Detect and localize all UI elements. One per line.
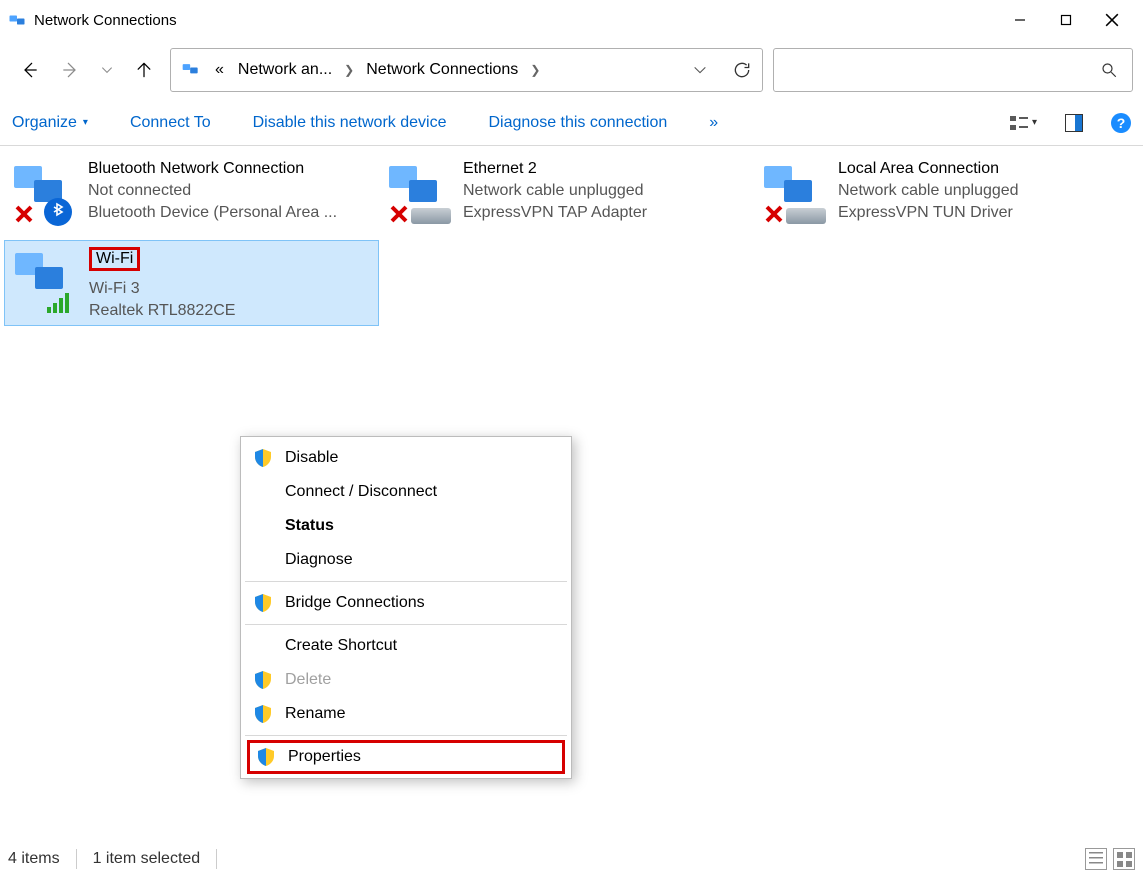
connection-icon [383, 160, 455, 232]
connection-ethernet2[interactable]: Ethernet 2 Network cable unplugged Expre… [379, 154, 754, 240]
breadcrumb-prefix: « [211, 61, 228, 79]
views-button[interactable]: ▾ [1010, 115, 1037, 131]
wifi-signal-icon [47, 291, 75, 313]
ctx-delete: Delete [243, 663, 569, 697]
ctx-diagnose[interactable]: Diagnose [243, 543, 569, 577]
divider [76, 849, 77, 869]
shield-icon [253, 670, 273, 690]
status-count: 4 items [8, 850, 60, 868]
connection-name: Local Area Connection [838, 160, 1019, 178]
maximize-button[interactable] [1043, 4, 1089, 36]
connection-wifi[interactable]: Wi-Fi Wi-Fi 3 Realtek RTL8822CE [4, 240, 379, 326]
navigation-arrows [10, 60, 160, 80]
connection-device: ExpressVPN TUN Driver [838, 204, 1019, 222]
ctx-disable[interactable]: Disable [243, 441, 569, 475]
connect-to-button[interactable]: Connect To [130, 114, 211, 132]
connection-icon [758, 160, 830, 232]
connection-status: Network cable unplugged [463, 182, 647, 200]
ctx-properties[interactable]: Properties [247, 740, 565, 774]
nic-icon [786, 208, 826, 224]
location-folder-icon [181, 60, 201, 80]
up-button[interactable] [134, 60, 154, 80]
minimize-button[interactable] [997, 4, 1043, 36]
separator [245, 735, 567, 736]
separator [245, 624, 567, 625]
error-icon [389, 204, 409, 224]
connection-name: Wi-Fi [89, 247, 140, 271]
connection-name: Bluetooth Network Connection [88, 160, 337, 178]
help-button[interactable]: ? [1111, 113, 1131, 133]
disable-device-button[interactable]: Disable this network device [253, 114, 447, 132]
preview-pane-button[interactable] [1065, 114, 1083, 132]
nic-icon [411, 208, 451, 224]
shield-icon [253, 448, 273, 468]
search-icon [1100, 60, 1118, 80]
network-icon [8, 11, 26, 29]
overflow-button[interactable]: » [709, 114, 718, 132]
recent-dropdown-button[interactable] [100, 60, 114, 80]
navigation-row: « Network an... ❯ Network Connections ❯ [0, 40, 1143, 100]
ctx-status[interactable]: Status [243, 509, 569, 543]
chevron-right-icon[interactable]: ❯ [342, 63, 356, 77]
error-icon [764, 204, 784, 224]
shield-icon [256, 747, 276, 767]
address-bar[interactable]: « Network an... ❯ Network Connections ❯ [170, 48, 763, 92]
chevron-right-icon[interactable]: ❯ [528, 63, 542, 77]
history-dropdown-icon[interactable] [692, 60, 708, 80]
divider [216, 849, 217, 869]
forward-button[interactable] [60, 60, 80, 80]
connection-icon [9, 247, 81, 319]
context-menu: Disable Connect / Disconnect Status Diag… [240, 436, 572, 779]
refresh-icon[interactable] [732, 60, 752, 80]
close-button[interactable] [1089, 4, 1135, 36]
ctx-bridge[interactable]: Bridge Connections [243, 586, 569, 620]
command-toolbar: Organize▾ Connect To Disable this networ… [0, 100, 1143, 146]
connection-status: Wi-Fi 3 [89, 280, 235, 298]
back-button[interactable] [20, 60, 40, 80]
connection-device: Realtek RTL8822CE [89, 302, 235, 320]
connection-status: Not connected [88, 182, 337, 200]
separator [245, 581, 567, 582]
connections-area: Bluetooth Network Connection Not connect… [0, 146, 1143, 836]
error-icon [14, 204, 34, 224]
large-icons-view-button[interactable] [1113, 848, 1135, 870]
status-bar: 4 items 1 item selected [0, 841, 1143, 877]
window-title: Network Connections [34, 12, 177, 29]
connection-icon [8, 160, 80, 232]
ctx-rename[interactable]: Rename [243, 697, 569, 731]
status-selected: 1 item selected [93, 850, 201, 868]
connection-device: Bluetooth Device (Personal Area ... [88, 204, 337, 222]
organize-button[interactable]: Organize▾ [12, 114, 88, 132]
titlebar: Network Connections [0, 0, 1143, 40]
ctx-connect-disconnect[interactable]: Connect / Disconnect [243, 475, 569, 509]
connection-device: ExpressVPN TAP Adapter [463, 204, 647, 222]
connection-lan[interactable]: Local Area Connection Network cable unpl… [754, 154, 1129, 240]
connection-name: Ethernet 2 [463, 160, 647, 178]
diagnose-button[interactable]: Diagnose this connection [488, 114, 667, 132]
connection-status: Network cable unplugged [838, 182, 1019, 200]
search-box[interactable] [773, 48, 1133, 92]
bluetooth-icon [44, 198, 72, 226]
connection-name-highlight: Wi-Fi [89, 247, 235, 276]
breadcrumb-1[interactable]: Network an... [234, 61, 336, 79]
window-controls [997, 4, 1135, 36]
shield-icon [253, 593, 273, 613]
connection-bluetooth[interactable]: Bluetooth Network Connection Not connect… [4, 154, 379, 240]
breadcrumb-2[interactable]: Network Connections [362, 61, 522, 79]
details-view-button[interactable] [1085, 848, 1107, 870]
ctx-shortcut[interactable]: Create Shortcut [243, 629, 569, 663]
shield-icon [253, 704, 273, 724]
